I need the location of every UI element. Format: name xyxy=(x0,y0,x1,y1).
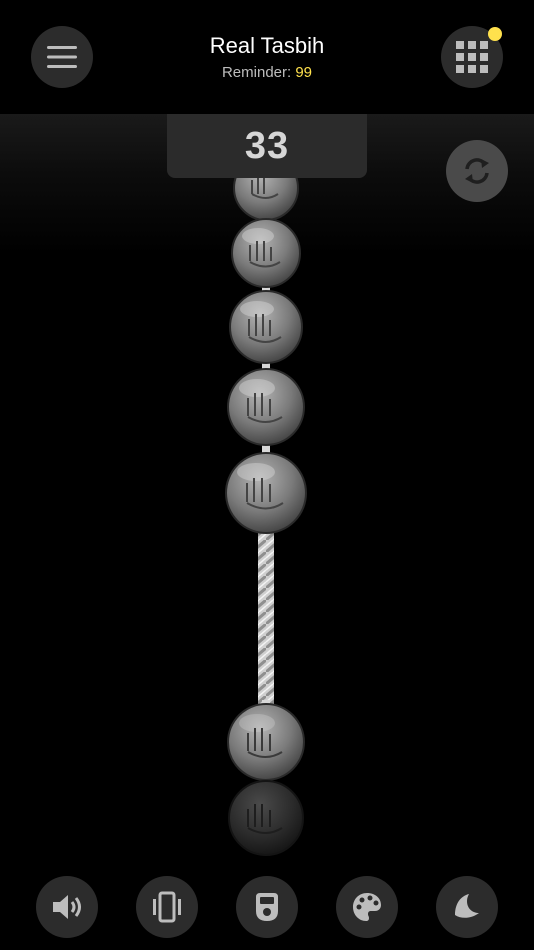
bead[interactable] xyxy=(231,218,301,288)
bead[interactable] xyxy=(225,452,307,534)
speaker-icon xyxy=(53,895,81,919)
counter-mode-button[interactable] xyxy=(236,876,298,938)
vibration-icon xyxy=(153,891,181,923)
vibrate-button[interactable] xyxy=(136,876,198,938)
bead[interactable] xyxy=(227,368,305,446)
reset-button[interactable] xyxy=(446,140,508,202)
bead[interactable] xyxy=(227,703,305,781)
moon-icon xyxy=(455,894,479,918)
night-mode-button[interactable] xyxy=(436,876,498,938)
refresh-icon xyxy=(465,158,489,184)
reminder-value: 99 xyxy=(295,64,313,81)
tasbih-beads[interactable] xyxy=(0,114,534,866)
palette-icon xyxy=(353,893,381,921)
grid-icon xyxy=(456,41,488,73)
bead[interactable] xyxy=(228,780,304,856)
tasbih-counter: 33 xyxy=(167,114,367,178)
notification-dot xyxy=(488,27,502,41)
rope-section xyxy=(258,533,274,705)
reminder-label: Reminder: xyxy=(221,64,292,81)
theme-button[interactable] xyxy=(336,876,398,938)
bead[interactable] xyxy=(229,290,303,364)
counter-device-icon xyxy=(256,893,278,921)
sound-button[interactable] xyxy=(36,876,98,938)
